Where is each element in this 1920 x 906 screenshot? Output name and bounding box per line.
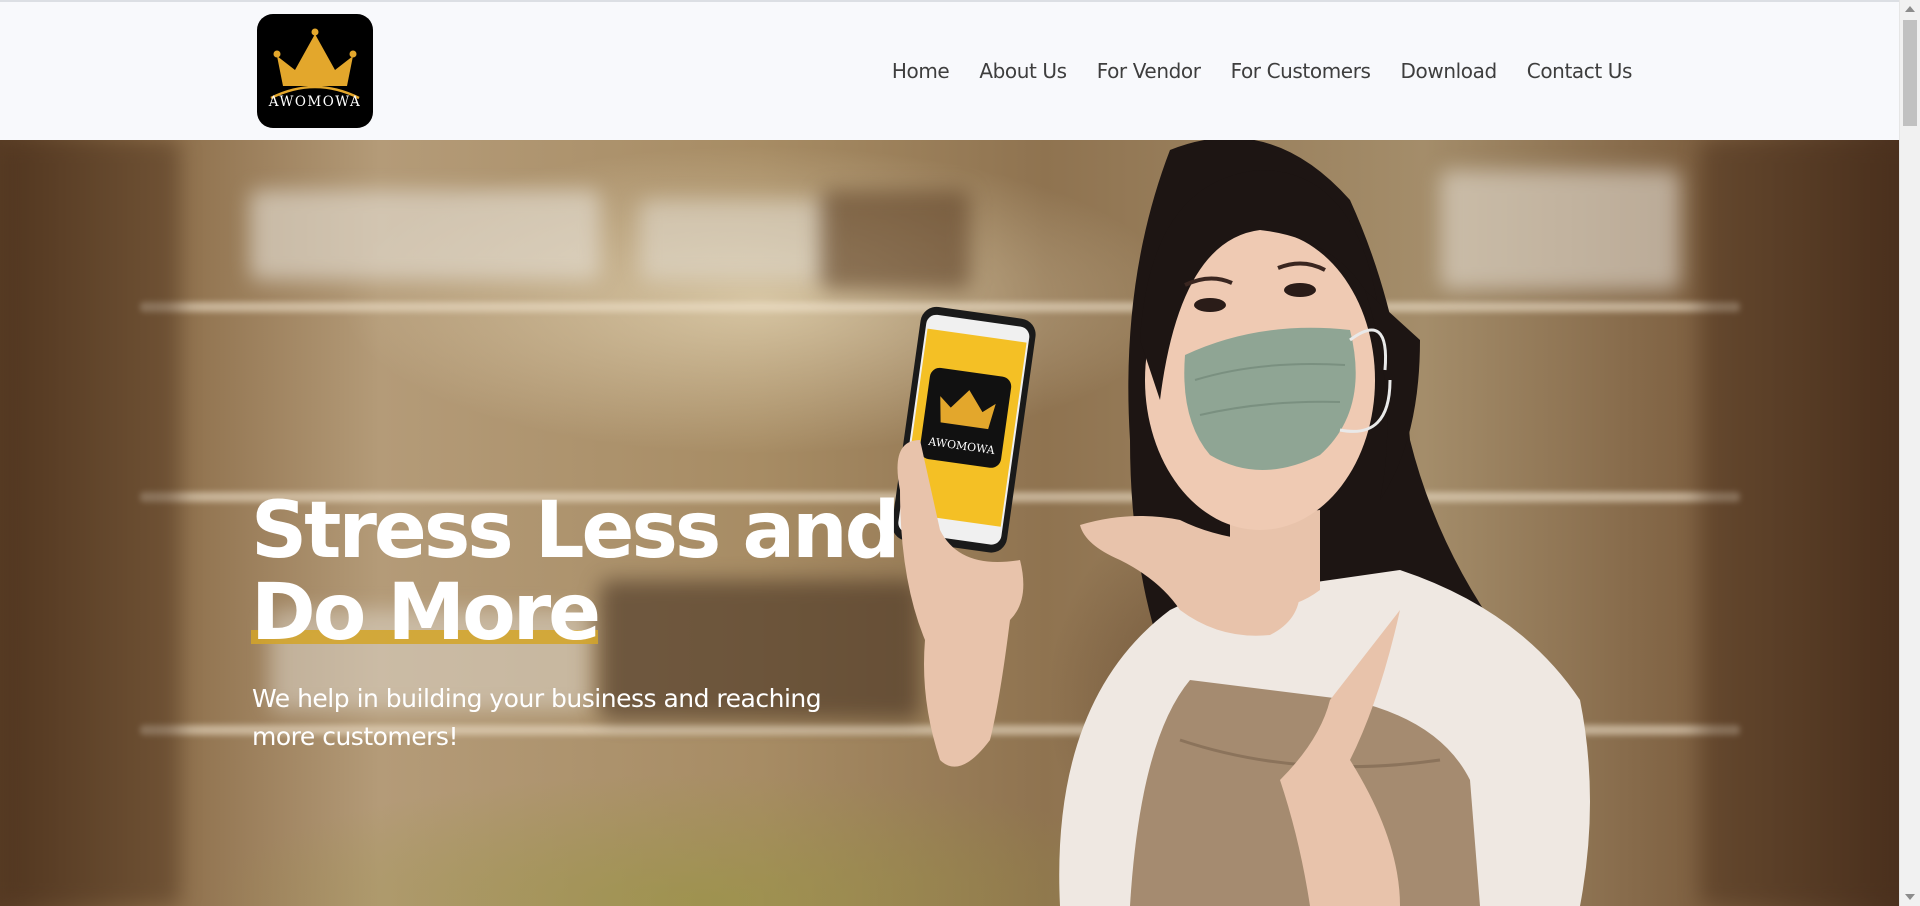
background-shape (640, 200, 830, 280)
hero-title: Stress Less and Do More (251, 486, 900, 658)
page-scrollbar[interactable] (1899, 0, 1920, 906)
hero-section: AWOMOWA Stress Less and Do More We help … (0, 140, 1899, 906)
hero-title-line2-highlight: Do More (251, 568, 601, 658)
background-shape (1700, 140, 1899, 906)
main-nav: Home About Us For Vendor For Customers D… (862, 59, 1633, 83)
woman-with-phone-illustration: AWOMOWA (892, 140, 1590, 906)
crown-icon (270, 28, 360, 100)
background-shape (250, 190, 600, 280)
hero-subtitle: We help in building your business and re… (252, 684, 822, 751)
brand-logo[interactable]: AWOMOWA (257, 14, 373, 128)
site-header: AWOMOWA Home About Us For Vendor For Cus… (0, 2, 1899, 140)
nav-download[interactable]: Download (1401, 59, 1498, 83)
nav-about-us[interactable]: About Us (979, 59, 1067, 83)
nav-for-customers[interactable]: For Customers (1231, 59, 1371, 83)
scrollbar-thumb[interactable] (1903, 20, 1917, 126)
nav-home[interactable]: Home (892, 59, 950, 83)
scroll-up-icon[interactable] (1905, 6, 1915, 12)
logo-text: AWOMOWA (268, 94, 362, 110)
nav-contact-us[interactable]: Contact Us (1527, 59, 1633, 83)
hero-title-line1: Stress Less and (251, 486, 900, 576)
page-viewport: AWOMOWA Home About Us For Vendor For Cus… (0, 0, 1899, 906)
nav-for-vendor[interactable]: For Vendor (1097, 59, 1201, 83)
scroll-down-icon[interactable] (1905, 894, 1915, 900)
background-shape (0, 140, 180, 906)
